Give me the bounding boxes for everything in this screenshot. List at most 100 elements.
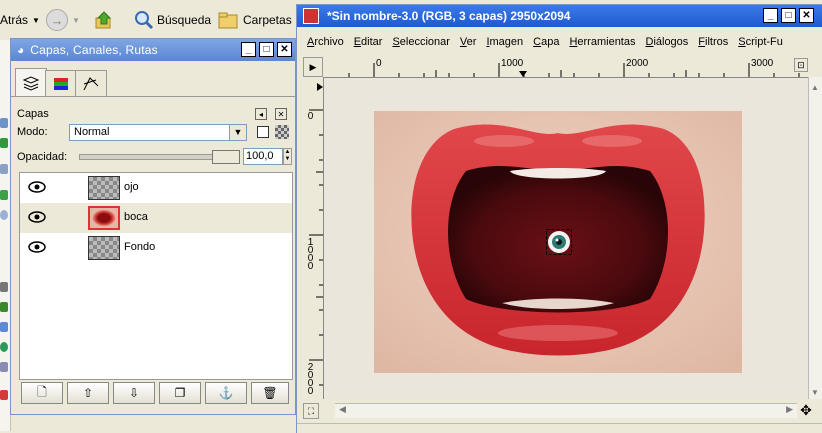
- tab-divider: [11, 96, 295, 97]
- back-dropdown-icon[interactable]: ▼: [32, 16, 40, 25]
- layer-button-bar: 🗋 ⇧ ⇩ ❐ ⚓ 🗑: [19, 382, 291, 406]
- side-icon: [0, 190, 8, 200]
- tab-layers[interactable]: [15, 68, 47, 97]
- close-button[interactable]: ✕: [277, 42, 292, 57]
- scroll-left-icon[interactable]: ◀: [339, 404, 346, 415]
- layers-dialog-body: Capas ◂ ✕ Modo: Normal ▼ Opacidad: 100,0…: [11, 62, 295, 414]
- back-button[interactable]: Atrás ▼: [0, 9, 40, 31]
- layer-row-ojo[interactable]: ojo: [20, 173, 292, 203]
- duplicate-layer-button[interactable]: ❐: [159, 382, 201, 404]
- search-button[interactable]: Búsqueda: [134, 9, 211, 31]
- search-icon: [135, 11, 154, 30]
- horizontal-ruler: 0 1000 2000 3000: [324, 57, 808, 78]
- tab-channels[interactable]: [45, 70, 77, 97]
- ruler-label: 2000: [305, 362, 316, 394]
- scroll-down-icon[interactable]: ▼: [811, 388, 819, 397]
- mode-select[interactable]: Normal ▼: [69, 124, 247, 141]
- forward-button[interactable]: → ▼: [46, 9, 80, 31]
- folders-button[interactable]: Carpetas: [218, 9, 292, 31]
- new-layer-button[interactable]: 🗋: [21, 382, 63, 404]
- side-icon: [0, 138, 8, 148]
- raise-layer-button[interactable]: ⇧: [67, 382, 109, 404]
- vertical-scrollbar[interactable]: ▲ ▼: [808, 77, 822, 399]
- side-icon: [0, 362, 8, 372]
- opacity-label: Opacidad:: [17, 151, 68, 163]
- layer-name[interactable]: ojo: [124, 181, 139, 193]
- quick-mask-icon[interactable]: ⛶: [303, 403, 319, 419]
- mode-value: Normal: [74, 126, 110, 138]
- lower-layer-button[interactable]: ⇩: [113, 382, 155, 404]
- layers-dialog: ◕ Capas, Canales, Rutas _ □ ✕ Capas ◂ ✕ …: [10, 38, 296, 415]
- opacity-slider-handle[interactable]: [212, 150, 240, 164]
- menu-script-fu[interactable]: Script-Fu: [738, 36, 783, 48]
- horizontal-scrollbar[interactable]: ◀ ▶: [335, 403, 797, 418]
- side-icon: [0, 390, 8, 400]
- transparency-icon: [275, 125, 289, 139]
- layers-stack-icon: [22, 76, 40, 91]
- menu-herramientas[interactable]: Herramientas: [569, 36, 635, 48]
- mode-label: Modo:: [17, 126, 48, 138]
- zoom-toggle-icon[interactable]: ⊡: [794, 58, 808, 72]
- panel-close-icon[interactable]: ✕: [275, 108, 287, 120]
- layers-dialog-titlebar[interactable]: ◕ Capas, Canales, Rutas _ □ ✕: [11, 39, 295, 61]
- eye-icon[interactable]: [28, 181, 46, 193]
- forward-arrow-icon: →: [46, 9, 68, 31]
- layer-row-boca[interactable]: boca: [20, 203, 292, 233]
- gimp-app-icon: [303, 8, 319, 24]
- close-button[interactable]: ✕: [799, 8, 814, 23]
- image-menu-button[interactable]: ▶: [303, 57, 323, 77]
- explorer-toolbar: Atrás ▼ → ▼ Búsqueda Carpetas: [0, 0, 300, 41]
- side-icon: [0, 322, 8, 332]
- image-window-title: *Sin nombre-3.0 (RGB, 3 capas) 2950x2094: [327, 9, 571, 23]
- scroll-up-icon[interactable]: ▲: [811, 83, 819, 92]
- image-window-titlebar[interactable]: *Sin nombre-3.0 (RGB, 3 capas) 2950x2094…: [297, 5, 822, 27]
- paths-icon: [83, 77, 99, 91]
- chevron-down-icon[interactable]: ▼: [229, 125, 246, 140]
- image-canvas[interactable]: [324, 78, 808, 399]
- eye-icon[interactable]: [28, 211, 46, 223]
- layer-thumbnail: [88, 236, 120, 260]
- ruler-label: 0: [376, 58, 382, 69]
- horizontal-ruler-ticks: [348, 63, 800, 77]
- eye-layer-graphic[interactable]: [546, 229, 572, 255]
- panel-label: Capas: [17, 108, 49, 120]
- opacity-spinner[interactable]: ▲ ▼: [283, 148, 292, 165]
- menu-editar[interactable]: Editar: [354, 36, 383, 48]
- scroll-right-icon[interactable]: ▶: [786, 404, 793, 415]
- keep-transparency-checkbox[interactable]: [257, 126, 269, 138]
- ruler-label: 2000: [626, 58, 649, 69]
- menu-dialogos[interactable]: Diálogos: [645, 36, 688, 48]
- menu-archivo[interactable]: Archivo: [307, 36, 344, 48]
- menu-seleccionar[interactable]: Seleccionar: [392, 36, 449, 48]
- eye-icon[interactable]: [28, 241, 46, 253]
- menu-filtros[interactable]: Filtros: [698, 36, 728, 48]
- duplicate-icon: ❐: [174, 386, 186, 400]
- layer-name[interactable]: Fondo: [124, 241, 155, 253]
- layer-row-fondo[interactable]: Fondo: [20, 233, 292, 263]
- ruler-pointer: [519, 71, 527, 77]
- tab-paths[interactable]: [75, 70, 107, 97]
- opacity-value: 100,0: [246, 150, 274, 162]
- anchor-layer-button[interactable]: ⚓: [205, 382, 247, 404]
- navigate-icon[interactable]: ✥: [797, 401, 815, 419]
- opacity-input[interactable]: 100,0: [243, 148, 283, 165]
- minimize-button[interactable]: _: [241, 42, 256, 57]
- ruler-label: 0: [305, 111, 316, 119]
- layer-name[interactable]: boca: [124, 211, 148, 223]
- minimize-button[interactable]: _: [763, 8, 778, 23]
- up-folder-button[interactable]: [94, 9, 114, 31]
- maximize-button[interactable]: □: [259, 42, 274, 57]
- delete-layer-button[interactable]: 🗑: [251, 382, 289, 404]
- opacity-slider[interactable]: [79, 150, 240, 164]
- panel-menu-icon[interactable]: ◂: [255, 108, 267, 120]
- maximize-button[interactable]: □: [781, 8, 796, 23]
- vertical-ruler: 0 1000 2000: [303, 77, 324, 399]
- back-label: Atrás: [0, 13, 29, 27]
- anchor-icon: ⚓: [218, 386, 234, 400]
- layers-dialog-title: Capas, Canales, Rutas: [30, 43, 158, 57]
- menu-imagen[interactable]: Imagen: [486, 36, 523, 48]
- menu-capa[interactable]: Capa: [533, 36, 559, 48]
- lips-photo: [374, 111, 742, 373]
- forward-dropdown-icon[interactable]: ▼: [72, 16, 80, 25]
- menu-ver[interactable]: Ver: [460, 36, 477, 48]
